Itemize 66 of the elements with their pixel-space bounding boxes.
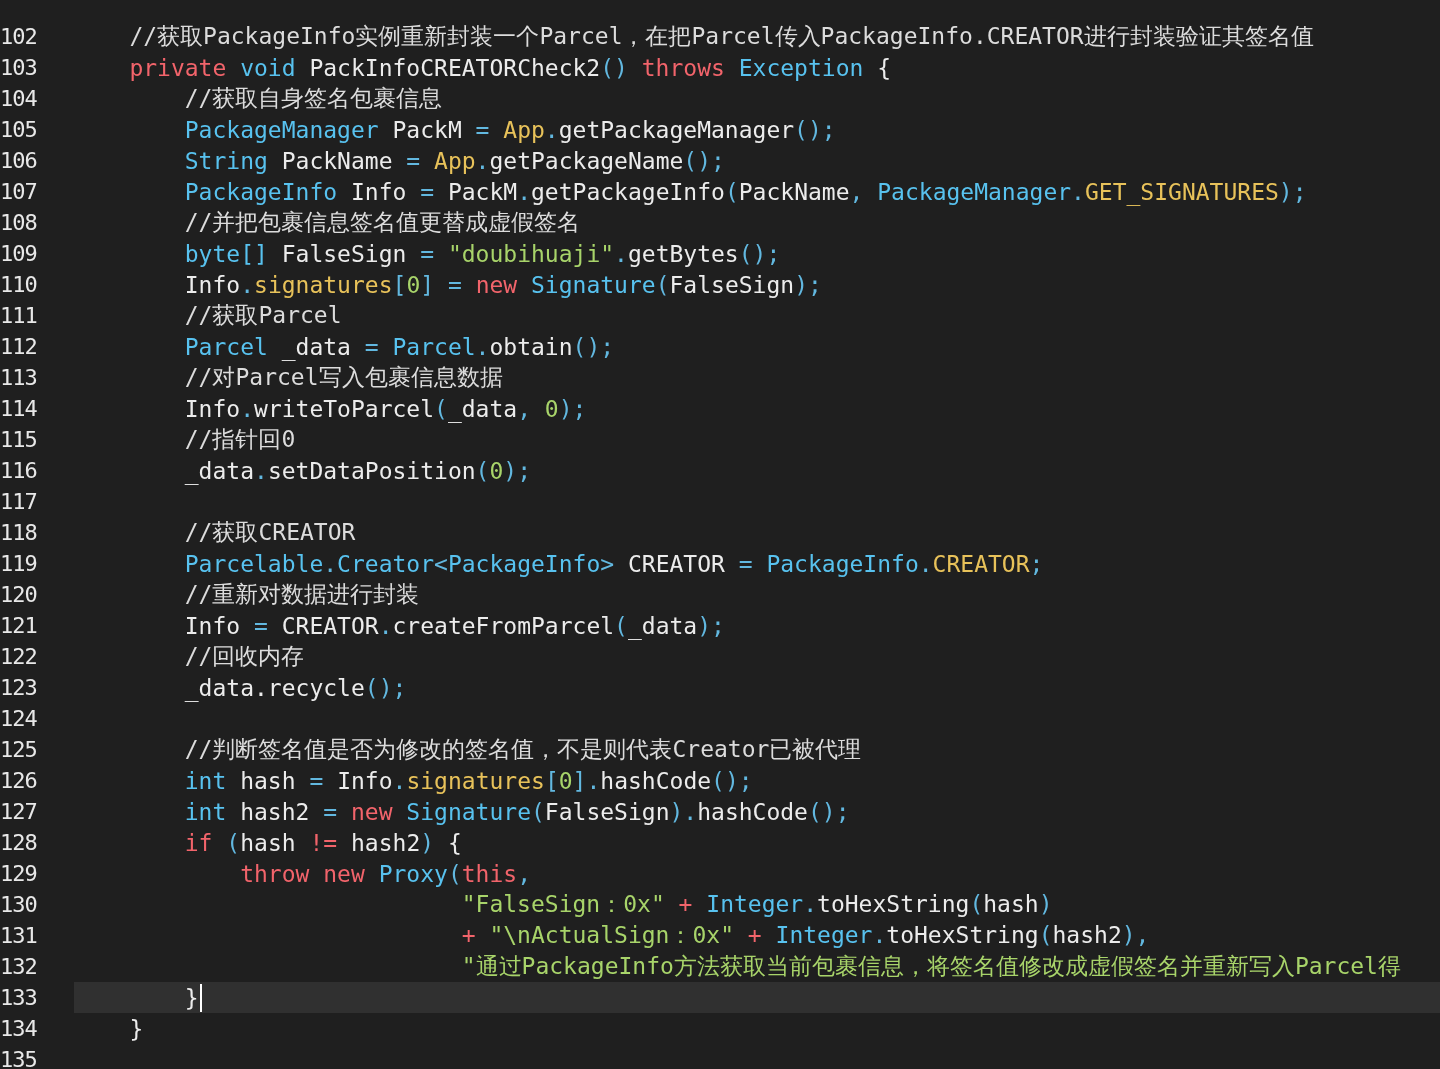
code-line: //获取自身签名包裹信息 bbox=[183, 84, 443, 113]
line-number: 111 bbox=[0, 303, 38, 328]
code-line: //回收内存 bbox=[183, 642, 305, 671]
code-line: "FalseSign：0x" + Integer.toHexString(hash) bbox=[460, 890, 1053, 919]
text-cursor bbox=[199, 983, 202, 1012]
code-line: if (hash != hash2) { bbox=[183, 829, 462, 856]
code-line: int hash = Info.signatures[0].hashCode(); bbox=[183, 767, 753, 794]
line-number: 127 bbox=[0, 799, 38, 824]
line-number: 113 bbox=[0, 365, 38, 390]
line-number: 119 bbox=[0, 551, 38, 576]
line-number: 112 bbox=[0, 334, 38, 359]
code-line: //指针回0 bbox=[183, 425, 296, 454]
line-number: 106 bbox=[0, 148, 38, 173]
line-number: 121 bbox=[0, 613, 38, 638]
line-number: 116 bbox=[0, 458, 38, 483]
line-number: 134 bbox=[0, 1016, 38, 1041]
code-line: _data.recycle(); bbox=[183, 674, 407, 701]
code-line: int hash2 = new Signature(FalseSign).hashCode(); bbox=[183, 798, 850, 825]
line-number: 107 bbox=[0, 179, 38, 204]
code-line: Parcelable.Creator<PackageInfo> CREATOR = PackageInfo.CREATOR; bbox=[183, 550, 1044, 577]
line-number: 120 bbox=[0, 582, 38, 607]
code-line: } bbox=[183, 984, 199, 1011]
code-line: //对Parcel写入包裹信息数据 bbox=[183, 363, 503, 392]
code-line: Info = CREATOR.createFromParcel(_data); bbox=[183, 612, 725, 639]
code-line: throw new Proxy(this, bbox=[239, 860, 531, 887]
line-number: 133 bbox=[0, 985, 38, 1010]
code-line: //获取PackageInfo实例重新封装一个Parcel，在把Parcel传入PackageInfo.CREATOR进行封装验证其签名值 bbox=[128, 22, 1314, 51]
line-number: 105 bbox=[0, 117, 38, 142]
line-number: 129 bbox=[0, 861, 38, 886]
code-line: Parcel _data = Parcel.obtain(); bbox=[183, 333, 615, 360]
line-number: 122 bbox=[0, 644, 38, 669]
code-line: + "\nActualSign：0x" + Integer.toHexString(hash2), bbox=[460, 921, 1150, 950]
line-number: 117 bbox=[0, 489, 38, 514]
line-number: 108 bbox=[0, 210, 38, 235]
line-number: 115 bbox=[0, 427, 38, 452]
line-number: 132 bbox=[0, 954, 38, 979]
line-number: 128 bbox=[0, 830, 38, 855]
code-line: "通过PackageInfo方法获取当前包裹信息，将签名值修改成虚假签名并重新写入Parcel得 bbox=[460, 952, 1401, 981]
line-number: 114 bbox=[0, 396, 38, 421]
line-number: 126 bbox=[0, 768, 38, 793]
code-line: Info.signatures[0] = new Signature(FalseSign); bbox=[183, 271, 822, 298]
line-number: 125 bbox=[0, 737, 38, 762]
code-line: byte[] FalseSign = "doubihuaji".getBytes(); bbox=[183, 240, 781, 267]
code-line: //获取CREATOR bbox=[183, 518, 356, 547]
code-line: //判断签名值是否为修改的签名值，不是则代表Creator已被代理 bbox=[183, 735, 862, 764]
code-line: private void PackInfoCREATORCheck2() throws Exception { bbox=[128, 54, 892, 81]
line-number: 131 bbox=[0, 923, 38, 948]
code-line: } bbox=[128, 1015, 144, 1042]
code-line: //获取Parcel bbox=[183, 301, 342, 330]
code-line: String PackName = App.getPackageName(); bbox=[183, 147, 725, 174]
code-line: //并把包裹信息签名值更替成虚假签名 bbox=[183, 208, 581, 237]
line-number: 109 bbox=[0, 241, 38, 266]
line-number: 110 bbox=[0, 272, 38, 297]
code-line: _data.setDataPosition(0); bbox=[183, 457, 531, 484]
code-line: Info.writeToParcel(_data, 0); bbox=[183, 395, 587, 422]
line-number: 135 bbox=[0, 1047, 38, 1069]
code-line: PackageManager PackM = App.getPackageManager(); bbox=[183, 116, 836, 143]
line-number: 130 bbox=[0, 892, 38, 917]
line-number: 118 bbox=[0, 520, 38, 545]
code-line: //重新对数据进行封装 bbox=[183, 580, 420, 609]
line-number: 123 bbox=[0, 675, 38, 700]
code-line: PackageInfo Info = PackM.getPackageInfo(PackName, PackageManager.GET_SIGNATURES); bbox=[183, 178, 1307, 205]
line-number: 102 bbox=[0, 24, 38, 49]
line-number: 103 bbox=[0, 55, 38, 80]
line-number: 104 bbox=[0, 86, 38, 111]
line-number: 124 bbox=[0, 706, 38, 731]
